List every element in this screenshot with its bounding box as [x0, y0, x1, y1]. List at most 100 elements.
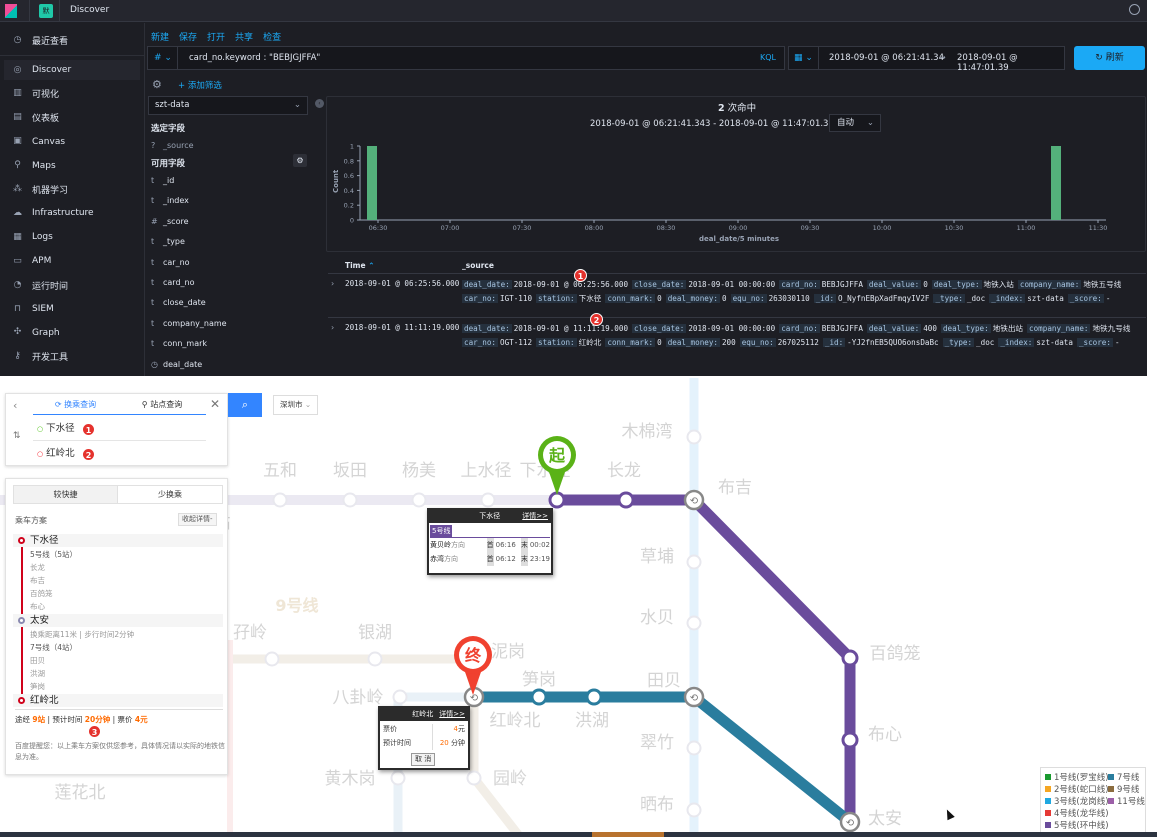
subway-map[interactable]: 五和 坂田 杨美 上水径 下水径 长龙 ⟲ 布吉 木棉湾 草埔 水贝 百鸽笼 布心 ⟲ 太安 ⟲ 红岭北 笋岗 洪湖…: [0, 378, 1157, 837]
station-node[interactable]: [272, 492, 288, 508]
field-source[interactable]: ? _source: [151, 141, 194, 150]
station-label[interactable]: 红岭北: [490, 711, 541, 731]
field-_id[interactable]: t _id: [151, 176, 174, 185]
cancel-button[interactable]: 取 消: [411, 753, 436, 766]
table-header-time[interactable]: Time ⌃: [345, 261, 375, 270]
station-label[interactable]: 百鸽笼: [870, 644, 921, 664]
station-node[interactable]: [686, 429, 702, 445]
menu-item[interactable]: 保存: [179, 33, 197, 43]
close-icon[interactable]: ✕: [210, 397, 220, 411]
interval-select[interactable]: 自动 ⌄: [829, 114, 881, 132]
legend-item[interactable]: 9号线: [1108, 783, 1139, 795]
to-station-input[interactable]: ○ 红岭北: [33, 442, 206, 466]
details-link[interactable]: 详情>>: [439, 708, 465, 721]
menu-item[interactable]: 新建: [151, 33, 169, 43]
station-label[interactable]: 笋岗: [522, 670, 556, 690]
station-node[interactable]: [585, 688, 603, 706]
route-line-name[interactable]: 7号线（4站）: [6, 641, 77, 654]
field-deal_date[interactable]: ◷ deal_date: [151, 360, 202, 369]
route-station[interactable]: 太安: [13, 614, 223, 627]
station-node[interactable]: [392, 689, 408, 705]
sidebar-item-discover[interactable]: ◎ Discover: [4, 60, 140, 80]
query-language-toggle[interactable]: # ⌄: [148, 47, 178, 69]
legend-item[interactable]: 5号线(环中线): [1045, 819, 1109, 831]
station-label[interactable]: 木棉湾: [622, 422, 673, 442]
sidebar-item-开发工具[interactable]: ⚷ 开发工具: [4, 347, 140, 367]
station-node[interactable]: [264, 651, 280, 667]
legend-item[interactable]: 7号线: [1108, 771, 1139, 783]
station-node[interactable]: [411, 492, 427, 508]
calendar-icon[interactable]: ▦ ⌄: [789, 47, 819, 69]
field-close_date[interactable]: t close_date: [151, 298, 206, 307]
legend-item[interactable]: 2号线(蛇口线): [1045, 783, 1109, 795]
field-conn_mark[interactable]: t conn_mark: [151, 339, 207, 348]
sidebar-item-graph[interactable]: ✣ Graph: [4, 323, 140, 343]
sidebar-item-apm[interactable]: ▭ APM: [4, 251, 140, 271]
station-label[interactable]: 布心: [868, 725, 902, 745]
station-label[interactable]: 莲花北: [55, 783, 106, 803]
station-label[interactable]: 布吉: [718, 478, 752, 498]
city-select[interactable]: 深圳市 ⌄: [273, 395, 318, 415]
station-label[interactable]: 太安: [868, 809, 902, 829]
space-avatar[interactable]: 默: [39, 4, 53, 18]
station-node[interactable]: [617, 491, 635, 509]
sidebar-item-canvas[interactable]: ▣ Canvas: [4, 132, 140, 152]
station-node[interactable]: [841, 649, 859, 667]
station-label[interactable]: 草埔: [640, 547, 674, 567]
station-node[interactable]: [686, 554, 702, 570]
expand-row-icon[interactable]: ›: [331, 279, 334, 288]
sidebar-item-maps[interactable]: ⚲ Maps: [4, 156, 140, 176]
station-label[interactable]: 园岭: [493, 769, 527, 789]
legend-item[interactable]: 11号线: [1108, 795, 1145, 807]
station-node[interactable]: [390, 770, 406, 786]
menu-item[interactable]: 共享: [235, 33, 253, 43]
route-station[interactable]: 下水径: [13, 534, 223, 547]
sidebar-item-运行时间[interactable]: ◔ 运行时间: [4, 275, 140, 295]
station-label[interactable]: 翠竹: [640, 733, 674, 753]
end-date[interactable]: 2018-09-01 @ 11:47:01.39: [957, 53, 1064, 73]
field-_type[interactable]: t _type: [151, 237, 185, 246]
details-link[interactable]: 详情>>: [522, 510, 548, 523]
sidebar-item-infrastructure[interactable]: ☁ Infrastructure: [4, 203, 140, 223]
expand-row-icon[interactable]: ›: [331, 323, 334, 332]
collapse-sidebar-icon[interactable]: ‹: [315, 99, 324, 108]
tab-fewer-transfers[interactable]: 少换乘: [117, 485, 223, 504]
route-station[interactable]: 红岭北: [13, 694, 223, 707]
station-node[interactable]: [686, 740, 702, 756]
route-line-name[interactable]: 5号线（5站）: [6, 548, 77, 561]
station-label[interactable]: 田贝: [647, 671, 681, 691]
station-label[interactable]: 长龙: [607, 461, 641, 481]
station-node[interactable]: [548, 491, 566, 509]
sidebar-item-logs[interactable]: ▦ Logs: [4, 227, 140, 247]
refresh-button[interactable]: ↻ 刷新: [1074, 46, 1145, 70]
swap-icon[interactable]: ⇅: [13, 431, 21, 441]
legend-item[interactable]: 1号线(罗宝线): [1045, 771, 1109, 783]
sidebar-item-仪表板[interactable]: ▤ 仪表板: [4, 108, 140, 128]
sidebar-item-recent[interactable]: ◷ 最近查看: [4, 30, 140, 50]
station-label[interactable]: 水贝: [640, 608, 674, 628]
field-settings-gear-icon[interactable]: ⚙: [293, 154, 307, 167]
query-input[interactable]: card_no.keyword : "BEBJGJFFA": [189, 53, 320, 63]
sidebar-item-siem[interactable]: ⊓ SIEM: [4, 299, 140, 319]
station-label[interactable]: 坂田: [333, 461, 367, 481]
menu-item[interactable]: 打开: [207, 33, 225, 43]
station-label[interactable]: 孖岭: [233, 623, 267, 643]
tab-station-query[interactable]: ⚲ 站点查询: [118, 394, 206, 415]
date-picker[interactable]: ▦ ⌄ 2018-09-01 @ 06:21:41.34 → 2018-09-0…: [788, 46, 1065, 73]
legend-item[interactable]: 3号线(龙岗线): [1045, 795, 1109, 807]
search-button[interactable]: ⌕: [228, 393, 262, 417]
station-label[interactable]: 杨美: [402, 461, 436, 481]
sidebar-item-机器学习[interactable]: ⁂ 机器学习: [4, 180, 140, 200]
station-label[interactable]: 黄木岗: [325, 769, 376, 789]
station-label[interactable]: 洪湖: [575, 711, 609, 731]
add-filter-link[interactable]: + 添加筛选: [178, 79, 222, 91]
kibana-logo-icon[interactable]: [5, 4, 17, 18]
field-_score[interactable]: # _score: [151, 217, 189, 226]
station-label[interactable]: 五和: [263, 461, 297, 481]
sort-ascending-icon[interactable]: ⌃: [368, 261, 374, 270]
station-label[interactable]: 上水径: [461, 461, 512, 481]
station-label[interactable]: 泥岗: [491, 642, 525, 662]
field-_index[interactable]: t _index: [151, 196, 189, 205]
from-station-input[interactable]: ○ 下水径: [33, 417, 206, 441]
station-label[interactable]: 晒布: [640, 795, 674, 815]
